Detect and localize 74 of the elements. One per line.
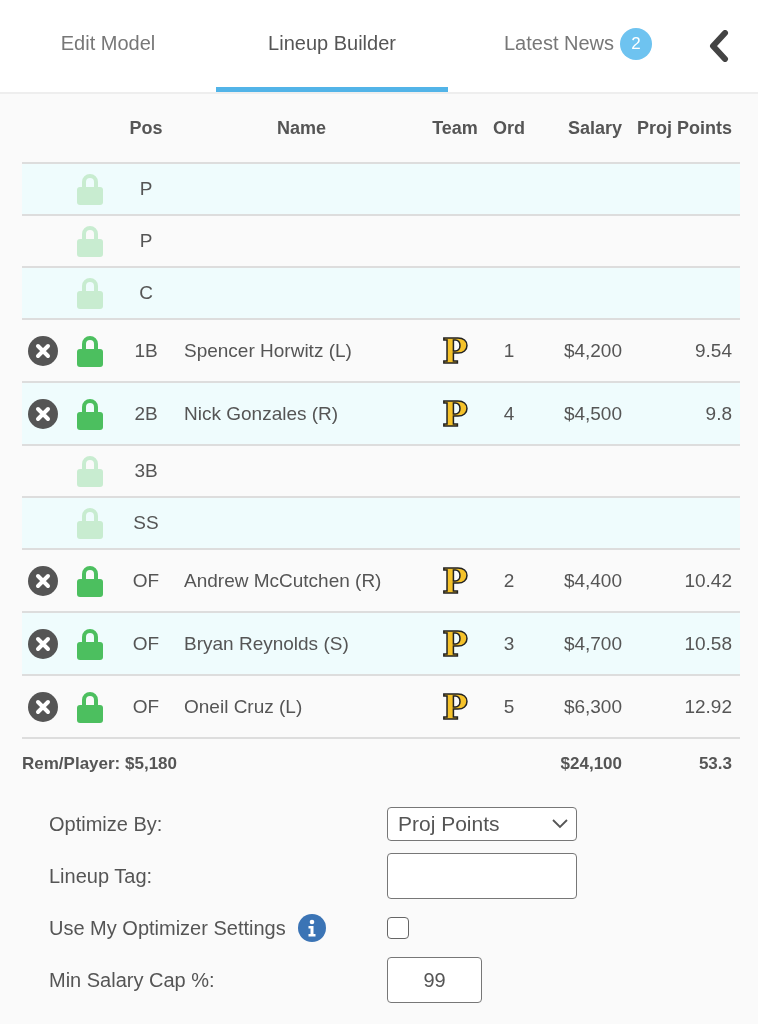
column-header: Pos	[128, 117, 164, 139]
back-chevron-icon[interactable]	[708, 30, 730, 62]
lock-icon[interactable]	[76, 690, 104, 723]
lock-icon[interactable]	[76, 397, 104, 430]
input-field[interactable]	[387, 853, 577, 899]
remove-icon[interactable]	[28, 335, 58, 366]
checkbox[interactable]	[387, 917, 409, 939]
team-logo: P	[442, 563, 468, 598]
order-cell-text: 2	[502, 569, 516, 592]
count-badge: 2	[620, 27, 653, 60]
tab[interactable]: Latest News 2	[448, 0, 708, 92]
position-cell-text: OF	[131, 569, 161, 592]
lock-icon[interactable]	[76, 225, 104, 257]
team-logo: P	[442, 626, 468, 661]
position-cell-text: 2B	[133, 402, 159, 425]
column-header: Proj Points	[636, 117, 733, 139]
optimize-dropdown[interactable]: Proj Points	[387, 807, 577, 841]
remove-icon[interactable]	[28, 628, 58, 659]
lock-icon[interactable]	[76, 173, 104, 205]
salary-cell-text: $4,200	[562, 339, 623, 362]
column-header: Name	[276, 117, 327, 139]
total-points: 53.3	[697, 754, 733, 774]
remaining-per-player: Rem/Player: $5,180	[22, 754, 178, 774]
position-cell-text: C	[138, 282, 154, 304]
info-icon[interactable]	[297, 914, 326, 942]
total-salary: $24,100	[559, 754, 623, 774]
position-cell-text: SS	[132, 512, 160, 534]
order-cell-text: 3	[502, 632, 516, 655]
salary-cell-text: $4,700	[562, 632, 623, 655]
column-header: Salary	[566, 117, 623, 139]
lock-icon[interactable]	[76, 507, 104, 539]
salary-cell-text: $4,500	[562, 402, 623, 425]
position-cell-text: P	[138, 178, 154, 200]
position-cell-text: P	[138, 230, 154, 252]
points-cell-text: 9.8	[704, 402, 733, 425]
position-cell-text: 1B	[133, 339, 159, 362]
position-cell-text: OF	[131, 695, 161, 718]
tab[interactable]: Edit Model	[0, 0, 216, 92]
player-name: Oneil Cruz (L)	[183, 695, 304, 718]
salary-cell-text: $6,300	[562, 695, 623, 718]
points-cell-text: 9.54	[694, 339, 733, 362]
remove-icon[interactable]	[28, 691, 58, 722]
player-name: Nick Gonzales (R)	[183, 402, 340, 425]
field-label: Lineup Tag:	[49, 864, 153, 888]
team-logo: P	[442, 689, 468, 724]
order-cell-text: 5	[502, 695, 516, 718]
player-name: Bryan Reynolds (S)	[183, 632, 350, 655]
lock-icon[interactable]	[76, 627, 104, 660]
order-cell-text: 4	[502, 402, 516, 425]
player-name: Spencer Horwitz (L)	[183, 339, 353, 362]
lock-icon[interactable]	[76, 564, 104, 597]
field-label: Use My Optimizer Settings	[49, 916, 286, 940]
column-header: Team	[431, 117, 479, 139]
salary-cell-text: $4,400	[562, 569, 623, 592]
player-name: Andrew McCutchen (R)	[183, 569, 383, 592]
chevron-down-icon	[552, 819, 568, 829]
team-logo: P	[442, 333, 468, 368]
points-cell-text: 10.42	[683, 569, 733, 592]
lock-icon[interactable]	[76, 277, 104, 309]
field-label: Optimize By:	[49, 812, 163, 836]
lock-icon[interactable]	[76, 334, 104, 367]
points-cell-text: 10.58	[683, 632, 733, 655]
order-cell-text: 1	[502, 339, 516, 362]
team-logo: P	[442, 396, 468, 431]
input-field[interactable]: 99	[387, 957, 482, 1003]
remove-icon[interactable]	[28, 398, 58, 429]
column-header: Ord	[492, 117, 526, 139]
points-cell-text: 12.92	[683, 695, 733, 718]
lock-icon[interactable]	[76, 455, 104, 487]
field-label: Min Salary Cap %:	[49, 968, 215, 992]
remove-icon[interactable]	[28, 565, 58, 596]
position-cell-text: 3B	[133, 460, 159, 482]
tab[interactable]: Lineup Builder	[216, 0, 448, 92]
position-cell-text: OF	[131, 632, 161, 655]
